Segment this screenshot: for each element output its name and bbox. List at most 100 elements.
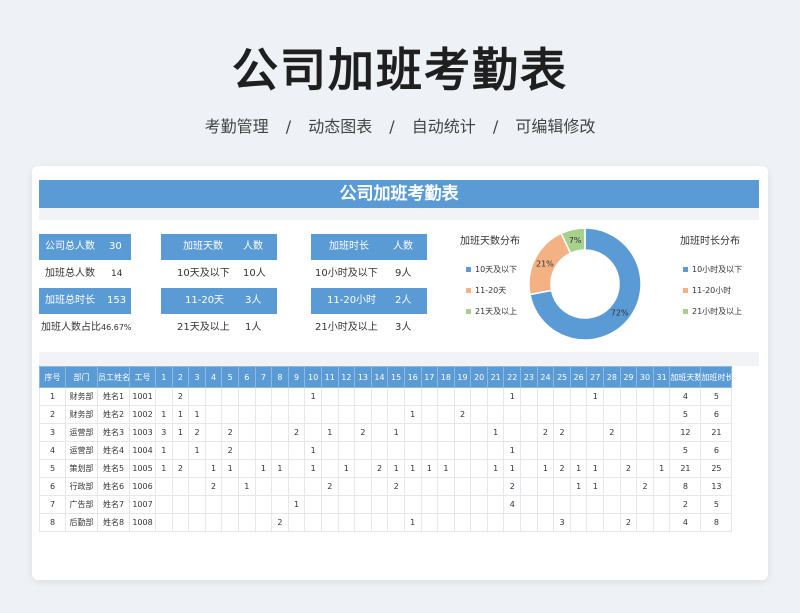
table-cell[interactable]: 1 [387,423,405,442]
table-cell[interactable]: 1 [155,441,173,460]
table-cell[interactable] [586,423,605,442]
table-cell[interactable] [520,441,538,460]
table-cell[interactable]: 1005 [129,459,156,478]
table-cell[interactable] [155,387,173,406]
stat-total-cell[interactable]: 公司总人数 30 [39,234,131,260]
table-cell[interactable] [569,513,588,532]
table-cell[interactable]: 姓名4 [97,441,130,460]
table-cell[interactable] [619,387,638,406]
table-cell[interactable] [536,495,555,514]
table-cell[interactable] [470,513,488,532]
stat-ot-hours-cell[interactable]: 加班总时长 153 [39,288,131,314]
table-cell[interactable]: 2 [536,423,555,442]
table-cell[interactable]: 1 [569,477,588,496]
table-cell[interactable]: 4 [669,513,702,532]
table-cell[interactable] [470,405,488,424]
table-cell[interactable]: 8 [700,513,733,532]
table-cell[interactable]: 1 [652,459,671,478]
table-header-cell[interactable]: 15 [387,366,405,388]
table-header-cell[interactable]: 12 [337,366,356,388]
table-header-cell[interactable]: 31 [652,366,671,388]
table-cell[interactable]: 1 [586,477,605,496]
table-cell[interactable] [221,387,239,406]
table-cell[interactable] [320,405,339,424]
table-cell[interactable] [254,387,273,406]
table-cell[interactable]: 8 [669,477,702,496]
table-cell[interactable] [403,441,422,460]
table-cell[interactable]: 1004 [129,441,156,460]
table-cell[interactable] [155,477,173,496]
table-cell[interactable]: 2 [503,477,522,496]
table-cell[interactable]: 2 [603,423,621,442]
table-cell[interactable]: 1 [503,459,522,478]
table-cell[interactable] [619,405,638,424]
table-cell[interactable] [271,387,289,406]
table-cell[interactable]: 1 [586,459,605,478]
table-cell[interactable] [437,387,455,406]
table-cell[interactable] [486,513,505,532]
table-cell[interactable] [470,477,488,496]
table-cell[interactable] [287,387,306,406]
table-cell[interactable] [188,495,206,514]
table-header-cell[interactable]: 11 [320,366,339,388]
table-cell[interactable] [420,405,439,424]
table-cell[interactable]: 2 [453,405,472,424]
table-cell[interactable] [453,441,472,460]
table-cell[interactable] [271,423,289,442]
table-cell[interactable]: 1 [387,459,405,478]
table-cell[interactable]: 姓名1 [97,387,130,406]
table-cell[interactable] [586,513,605,532]
table-cell[interactable] [171,477,190,496]
table-cell[interactable]: 1 [188,441,206,460]
table-cell[interactable]: 21 [669,459,702,478]
table-header-cell[interactable]: 28 [603,366,621,388]
table-header-cell[interactable]: 5 [221,366,239,388]
table-cell[interactable] [204,495,223,514]
table-cell[interactable] [636,513,654,532]
table-cell[interactable] [254,495,273,514]
hours-table-header[interactable]: 加班时长 人数 [311,234,427,260]
table-cell[interactable]: 1 [39,387,66,406]
table-cell[interactable]: 2 [636,477,654,496]
table-cell[interactable]: 1 [403,513,422,532]
table-cell[interactable]: 1 [254,459,273,478]
days-table-header[interactable]: 加班天数 人数 [161,234,277,260]
table-cell[interactable]: 2 [553,423,571,442]
table-cell[interactable] [354,477,372,496]
table-cell[interactable] [437,405,455,424]
table-cell[interactable] [470,459,488,478]
table-cell[interactable] [437,441,455,460]
table-cell[interactable] [188,387,206,406]
table-cell[interactable] [204,423,223,442]
table-cell[interactable] [420,441,439,460]
table-cell[interactable]: 1 [403,459,422,478]
table-cell[interactable] [337,405,356,424]
table-header-cell[interactable]: 21 [486,366,505,388]
table-cell[interactable]: 1006 [129,477,156,496]
table-cell[interactable] [536,405,555,424]
table-cell[interactable] [520,387,538,406]
table-cell[interactable] [370,513,389,532]
stat-ot-people-cell[interactable]: 加班总人数 14 [39,262,131,286]
table-cell[interactable] [420,387,439,406]
table-cell[interactable]: 1 [536,459,555,478]
table-cell[interactable]: 5 [700,387,733,406]
table-cell[interactable] [569,441,588,460]
table-cell[interactable] [603,441,621,460]
table-cell[interactable]: 财务部 [65,405,98,424]
table-cell[interactable] [520,459,538,478]
table-cell[interactable] [652,423,671,442]
table-header-cell[interactable]: 14 [370,366,389,388]
table-cell[interactable]: 6 [39,477,66,496]
table-cell[interactable] [403,477,422,496]
table-cell[interactable]: 1007 [129,495,156,514]
table-header-cell[interactable]: 19 [453,366,472,388]
table-cell[interactable] [287,405,306,424]
table-cell[interactable] [420,513,439,532]
table-header-cell[interactable]: 4 [204,366,223,388]
hours-row-2[interactable]: 11-20小时 2人 [311,288,427,314]
table-cell[interactable] [536,513,555,532]
table-header-cell[interactable]: 20 [470,366,488,388]
table-cell[interactable] [354,513,372,532]
table-cell[interactable] [304,495,322,514]
